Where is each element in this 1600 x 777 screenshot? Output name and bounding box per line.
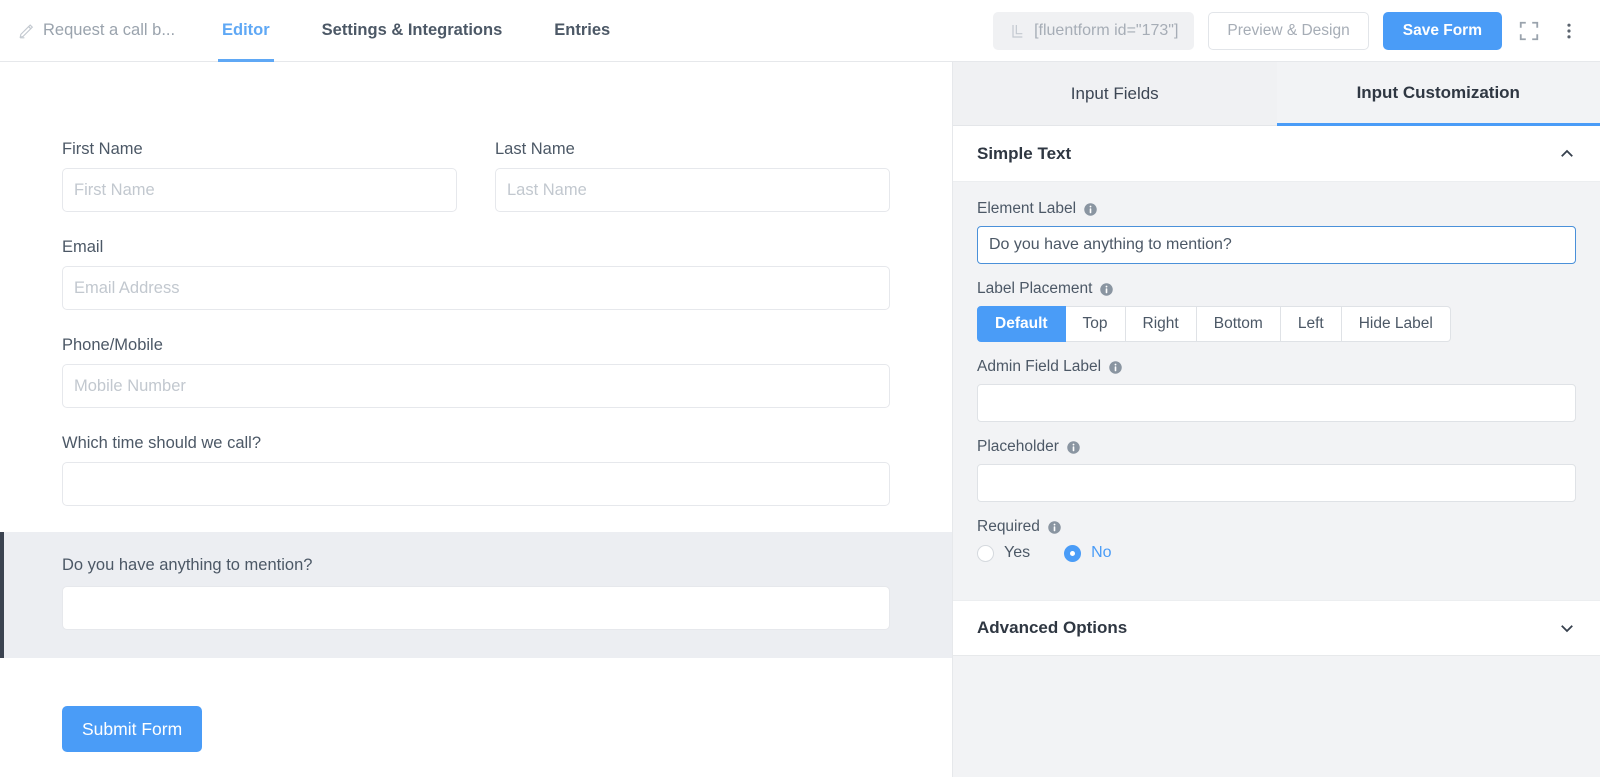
tab-settings-integrations-label: Settings & Integrations (321, 21, 503, 39)
info-icon[interactable] (1099, 282, 1114, 297)
submit-row: Submit Form (0, 684, 952, 752)
form-field-mention-selected[interactable]: Do you have anything to mention? (0, 532, 952, 658)
setting-admin-field-label: Admin Field Label (977, 358, 1576, 422)
pencil-icon (19, 24, 34, 39)
email-field-row: Email (0, 238, 952, 310)
advanced-options-header[interactable]: Advanced Options (953, 600, 1600, 656)
setting-element-label: Element Label (977, 200, 1576, 264)
form-field-email[interactable]: Email (62, 238, 890, 310)
app-header: Request a call b... Editor Settings & In… (0, 0, 1600, 62)
main-nav-tabs: Editor Settings & Integrations Entries (196, 0, 636, 62)
tab-input-customization-label: Input Customization (1356, 82, 1520, 102)
simple-text-title: Simple Text (977, 143, 1072, 163)
admin-field-label-text: Admin Field Label (977, 358, 1102, 375)
tab-entries-label: Entries (554, 21, 611, 39)
placement-option-hide-label[interactable]: Hide Label (1341, 306, 1451, 342)
placement-option-bottom[interactable]: Bottom (1196, 306, 1281, 342)
name-field-row: First Name Last Name (0, 140, 952, 238)
submit-form-button[interactable]: Submit Form (62, 706, 203, 752)
more-vertical-icon (1567, 23, 1571, 38)
placement-option-left[interactable]: Left (1280, 306, 1342, 342)
placement-option-right[interactable]: Right (1125, 306, 1197, 342)
setting-placeholder: Placeholder (977, 438, 1576, 502)
call-time-input[interactable] (62, 462, 890, 506)
tab-input-fields-label: Input Fields (1070, 83, 1159, 103)
info-icon[interactable] (1108, 360, 1123, 375)
simple-text-section-header[interactable]: Simple Text (953, 126, 1600, 182)
tab-entries[interactable]: Entries (528, 0, 636, 62)
chevron-down-icon[interactable] (1558, 619, 1576, 637)
radio-selected-icon (1064, 544, 1082, 562)
header-actions: [fluentform id="173"] Preview & Design S… (993, 11, 1582, 50)
shortcode-text: [fluentform id="173"] (1034, 21, 1179, 39)
info-icon[interactable] (1047, 520, 1062, 535)
label-placement-text: Label Placement (977, 280, 1093, 297)
placement-option-default[interactable]: Default (977, 306, 1066, 342)
preview-design-button[interactable]: Preview & Design (1208, 11, 1369, 50)
required-label: Required (977, 518, 1576, 536)
mention-input[interactable] (62, 586, 890, 630)
info-icon[interactable] (1083, 202, 1098, 217)
call-time-label: Which time should we call? (62, 434, 261, 452)
placeholder-setting-label: Placeholder (977, 438, 1576, 456)
email-input[interactable] (62, 266, 890, 310)
tab-editor-label: Editor (222, 21, 270, 39)
required-no-label: No (1091, 544, 1112, 561)
required-yes-label: Yes (1004, 544, 1031, 561)
tab-input-customization[interactable]: Input Customization (1276, 62, 1600, 126)
form-title-area[interactable]: Request a call b... (18, 21, 196, 40)
simple-text-settings: Element Label Label Placement Defaul (953, 182, 1600, 600)
form-title: Request a call b... (43, 21, 176, 39)
placeholder-setting-text: Placeholder (977, 438, 1059, 455)
label-placement-label: Label Placement (977, 280, 1576, 298)
label-placement-segmented-control: Default Top Right Bottom Left Hide Label (977, 306, 1576, 342)
advanced-options-title: Advanced Options (977, 618, 1128, 637)
last-name-input[interactable] (495, 168, 890, 212)
element-label-text: Element Label (977, 200, 1077, 217)
form-preview: First Name Last Name Email Phone/Mobile … (0, 62, 952, 752)
email-label: Email (62, 238, 104, 256)
radio-unselected-icon (977, 544, 994, 562)
tab-settings-integrations[interactable]: Settings & Integrations (296, 0, 529, 62)
element-label-label: Element Label (977, 200, 1576, 218)
first-name-label: First Name (62, 140, 143, 158)
phone-input[interactable] (62, 364, 890, 408)
fullscreen-icon (1519, 21, 1539, 40)
element-label-input[interactable] (977, 226, 1576, 264)
fullscreen-button[interactable] (1516, 18, 1542, 44)
settings-panel: Input Fields Input Customization Simple … (952, 62, 1600, 777)
info-icon[interactable] (1066, 440, 1081, 455)
shortcode-icon (1012, 24, 1023, 38)
first-name-input[interactable] (62, 168, 457, 212)
shortcode-field[interactable]: [fluentform id="173"] (993, 11, 1195, 50)
panel-tabs: Input Fields Input Customization (953, 62, 1600, 126)
required-label-text: Required (977, 518, 1040, 535)
admin-field-label-label: Admin Field Label (977, 358, 1576, 376)
required-option-yes[interactable]: Yes (977, 544, 1030, 562)
calltime-field-row: Which time should we call? (0, 434, 952, 506)
form-field-last-name[interactable]: Last Name (495, 140, 890, 212)
required-radio-group: Yes No (977, 544, 1576, 562)
form-field-phone[interactable]: Phone/Mobile (62, 336, 890, 408)
tab-input-fields[interactable]: Input Fields (953, 62, 1277, 126)
last-name-label: Last Name (495, 140, 575, 158)
setting-required: Required Yes No (977, 518, 1576, 562)
setting-label-placement: Label Placement Default Top Right Bottom… (977, 280, 1576, 342)
placement-option-top[interactable]: Top (1065, 306, 1126, 342)
form-field-call-time[interactable]: Which time should we call? (62, 434, 890, 506)
required-option-no[interactable]: No (1064, 544, 1112, 562)
admin-field-label-input[interactable] (977, 384, 1576, 422)
mention-label: Do you have anything to mention? (62, 556, 313, 574)
chevron-up-icon[interactable] (1558, 145, 1576, 163)
save-form-button[interactable]: Save Form (1382, 11, 1502, 50)
phone-label: Phone/Mobile (62, 336, 163, 354)
phone-field-row: Phone/Mobile (0, 336, 952, 408)
form-canvas: First Name Last Name Email Phone/Mobile … (0, 62, 952, 777)
form-field-first-name[interactable]: First Name (62, 140, 457, 212)
placeholder-setting-input[interactable] (977, 464, 1576, 502)
more-options-button[interactable] (1556, 18, 1582, 44)
tab-editor[interactable]: Editor (196, 0, 296, 62)
